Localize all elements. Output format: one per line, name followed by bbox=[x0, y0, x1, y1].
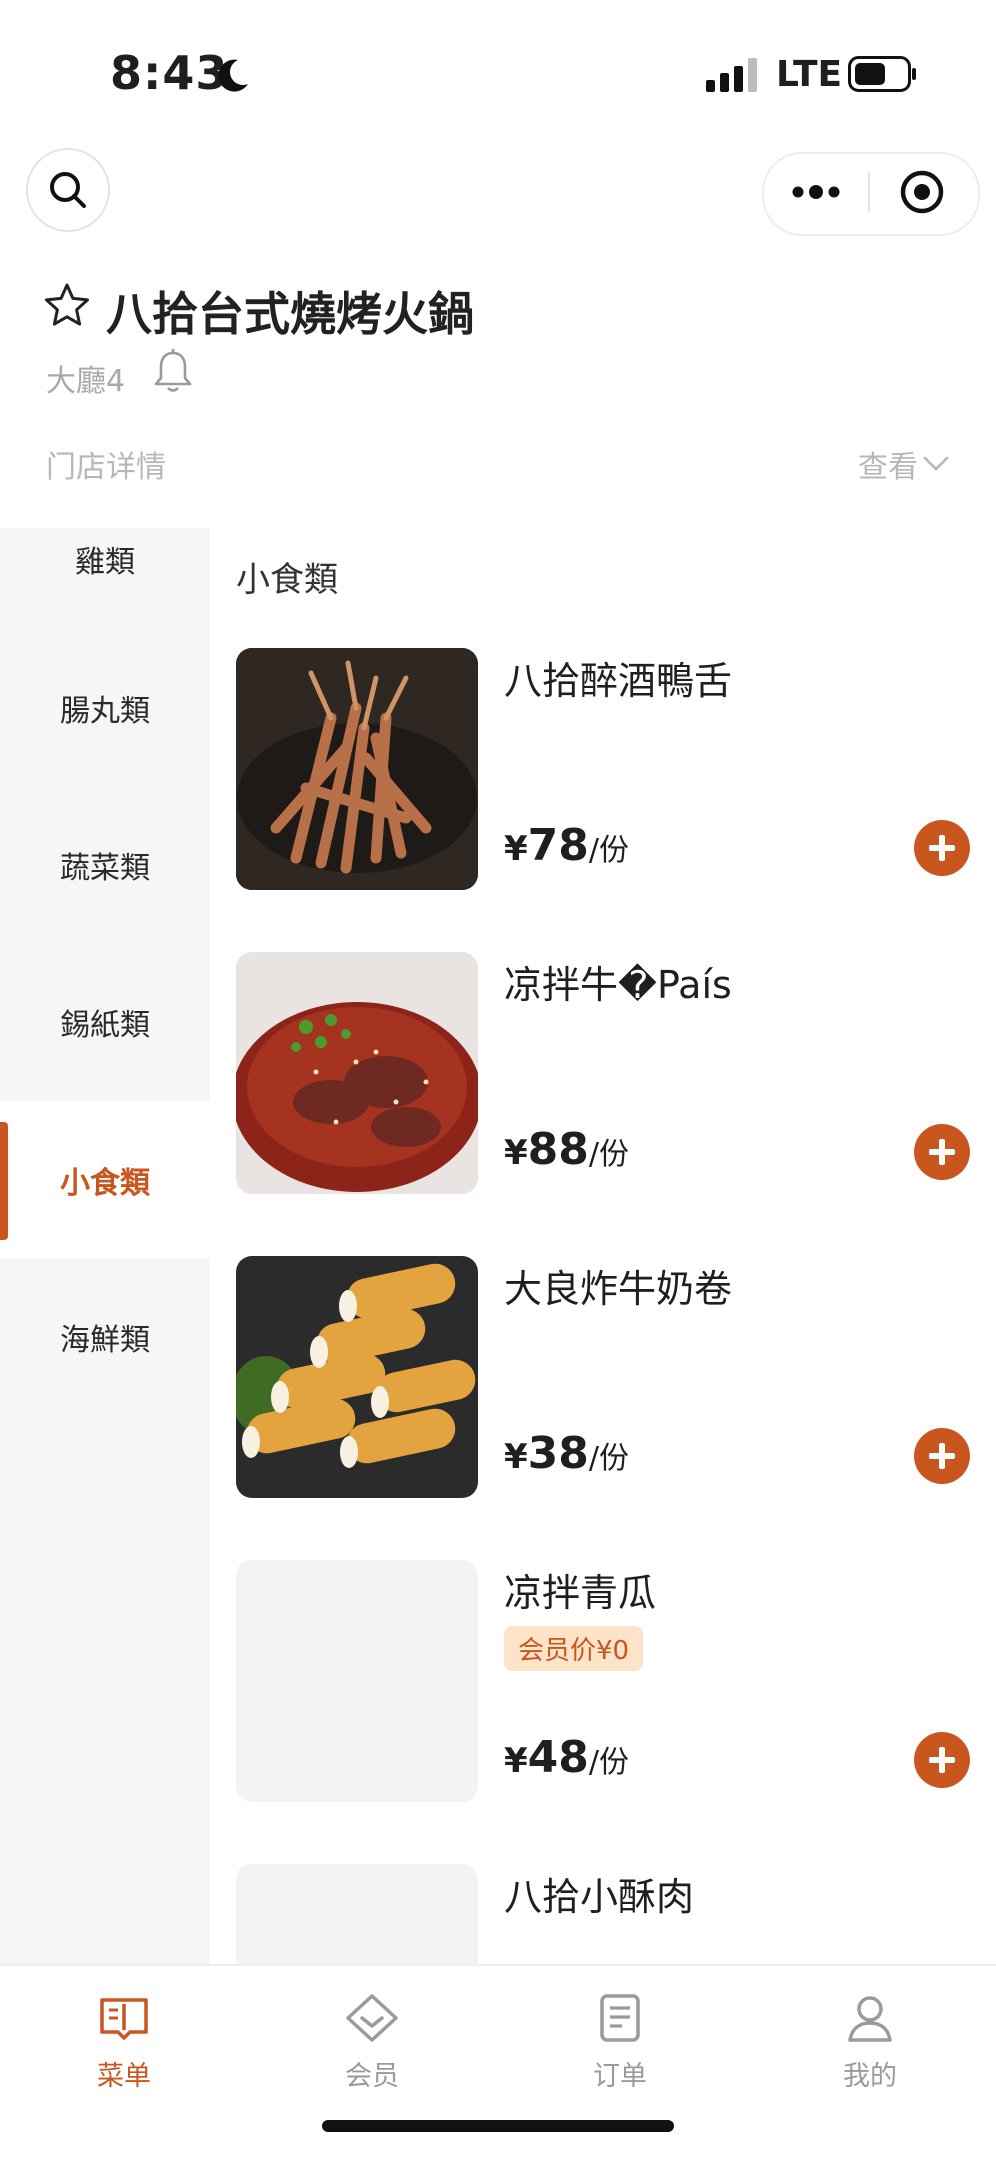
category-item-foil[interactable]: 錫紙類 bbox=[0, 943, 210, 1100]
category-item-seafood[interactable]: 海鮮類 bbox=[0, 1258, 210, 1415]
item-image-placeholder[interactable] bbox=[236, 1560, 478, 1802]
view-detail-button[interactable]: 查看 bbox=[858, 442, 950, 486]
tab-member[interactable]: 会员 bbox=[302, 1990, 442, 2100]
item-name: 凉拌青瓜 bbox=[504, 1571, 657, 1615]
item-image[interactable] bbox=[236, 648, 478, 890]
item-price: ¥48/份 bbox=[504, 1732, 630, 1783]
item-name: 八拾小酥肉 bbox=[504, 1875, 695, 1919]
item-name: 凉拌牛�País bbox=[504, 963, 732, 1007]
tab-member-label: 会员 bbox=[345, 2061, 399, 2092]
capsule-divider bbox=[868, 172, 870, 212]
tab-profile-label: 我的 bbox=[843, 2061, 897, 2092]
chevron-down-icon bbox=[923, 456, 949, 471]
category-item-chicken[interactable]: 雞類 bbox=[0, 480, 210, 637]
item-name: 大良炸牛奶卷 bbox=[504, 1267, 733, 1311]
tab-profile[interactable]: 我的 bbox=[800, 1990, 940, 2100]
status-time: 8:43 bbox=[110, 46, 229, 100]
view-detail-label: 查看 bbox=[858, 450, 918, 485]
network-label: LTE bbox=[776, 54, 843, 95]
bell-icon[interactable] bbox=[152, 348, 194, 396]
item-name: 八拾醉酒鴨舌 bbox=[504, 659, 733, 703]
add-to-cart-button[interactable] bbox=[914, 1428, 970, 1484]
moon-icon bbox=[218, 59, 248, 92]
more-icon bbox=[792, 185, 840, 199]
favorite-star-icon[interactable] bbox=[42, 280, 92, 330]
menu-book-icon bbox=[100, 1998, 148, 2040]
member-price-badge: 会员价¥0 bbox=[504, 1626, 644, 1671]
tab-menu[interactable]: 菜单 bbox=[54, 1990, 194, 2100]
search-icon bbox=[50, 172, 86, 208]
member-diamond-icon bbox=[346, 1994, 398, 2042]
tab-menu-label: 菜单 bbox=[97, 2061, 151, 2092]
item-image-placeholder[interactable] bbox=[236, 1864, 478, 1964]
add-to-cart-button[interactable] bbox=[914, 1124, 970, 1180]
item-price: ¥88/份 bbox=[504, 1124, 630, 1175]
home-indicator bbox=[322, 2120, 674, 2132]
item-image[interactable] bbox=[236, 1256, 478, 1498]
category-item-balls[interactable]: 腸丸類 bbox=[0, 629, 210, 786]
close-target-icon bbox=[900, 170, 944, 214]
item-price: ¥78/份 bbox=[504, 820, 630, 871]
category-item-vegetables[interactable]: 蔬菜類 bbox=[0, 786, 210, 943]
tab-orders[interactable]: 订单 bbox=[550, 1990, 690, 2100]
search-button[interactable] bbox=[26, 148, 110, 232]
profile-icon bbox=[848, 1996, 892, 2042]
signal-icon bbox=[706, 58, 757, 92]
bottom-tab-bar: 菜单 会员 订单 我的 bbox=[0, 1964, 996, 2162]
more-button[interactable] bbox=[776, 166, 856, 218]
item-image[interactable] bbox=[236, 952, 478, 1194]
store-name: 八拾台式燒烤火鍋 bbox=[106, 287, 474, 341]
add-to-cart-button[interactable] bbox=[914, 1732, 970, 1788]
table-number: 大廳4 bbox=[46, 364, 126, 399]
category-item-snacks[interactable]: 小食類 bbox=[0, 1101, 210, 1258]
close-button[interactable] bbox=[882, 162, 962, 222]
item-price: ¥38/份 bbox=[504, 1428, 630, 1479]
tab-orders-label: 订单 bbox=[593, 2061, 647, 2092]
add-to-cart-button[interactable] bbox=[914, 820, 970, 876]
order-icon bbox=[600, 1994, 640, 2042]
section-title: 小食類 bbox=[236, 560, 338, 600]
active-category-indicator bbox=[0, 1122, 8, 1240]
battery-icon bbox=[848, 56, 916, 92]
